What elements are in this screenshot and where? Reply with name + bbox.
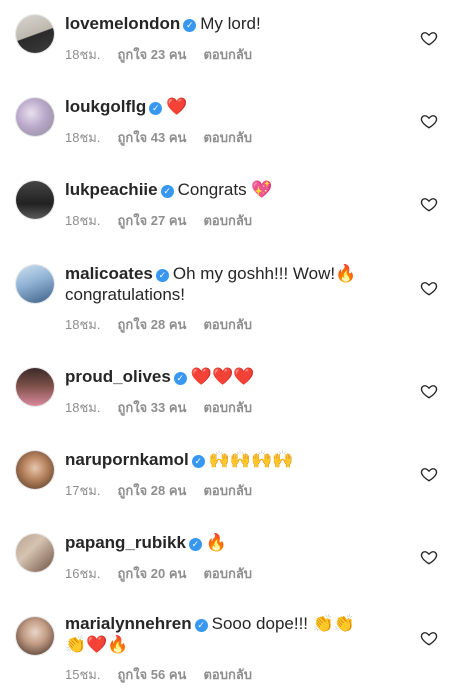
- avatar[interactable]: [15, 533, 55, 573]
- avatar[interactable]: [15, 264, 55, 304]
- comment-likes[interactable]: ถูกใจ 43 คน: [117, 130, 186, 145]
- comment-time: 17ชม.: [65, 483, 101, 498]
- comment-time: 18ชม.: [65, 130, 101, 145]
- like-heart-icon[interactable]: [420, 279, 438, 297]
- comment-likes[interactable]: ถูกใจ 28 คน: [117, 483, 186, 498]
- comment-likes[interactable]: ถูกใจ 23 คน: [117, 47, 186, 62]
- comment-username[interactable]: marialynnehren: [65, 614, 192, 633]
- comment-time: 18ชม.: [65, 317, 101, 332]
- avatar[interactable]: [15, 97, 55, 137]
- comment-likes[interactable]: ถูกใจ 20 คน: [117, 566, 186, 581]
- verified-badge-icon: ✓: [194, 619, 208, 632]
- avatar[interactable]: [15, 367, 55, 407]
- reply-button[interactable]: ตอบกลับ: [203, 667, 252, 682]
- like-heart-icon[interactable]: [420, 465, 438, 483]
- reply-button[interactable]: ตอบกลับ: [203, 566, 252, 581]
- comment-username[interactable]: papang_rubikk: [65, 533, 186, 552]
- comment-username[interactable]: lovemelondon: [65, 14, 180, 33]
- avatar[interactable]: [15, 14, 55, 54]
- like-heart-icon[interactable]: [420, 112, 438, 130]
- comment-username[interactable]: proud_olives: [65, 367, 171, 386]
- comment-username[interactable]: loukgolflg: [65, 97, 146, 116]
- reply-button[interactable]: ตอบกลับ: [203, 483, 252, 498]
- comment-text: Sooo dope!!!: [211, 614, 309, 633]
- comment-likes[interactable]: ถูกใจ 56 คน: [117, 667, 186, 682]
- comment-likes[interactable]: ถูกใจ 27 คน: [117, 213, 186, 228]
- comment-time: 18ชม.: [65, 400, 101, 415]
- verified-badge-icon: ✓: [149, 102, 163, 115]
- raising-hands-emoji: 🙌🙌🙌🙌: [208, 450, 294, 470]
- avatar[interactable]: [15, 616, 55, 656]
- comment-time: 18ชม.: [65, 47, 101, 62]
- comment-username[interactable]: narupornkamol: [65, 450, 189, 469]
- reply-button[interactable]: ตอบกลับ: [203, 47, 252, 62]
- verified-badge-icon: ✓: [188, 538, 202, 551]
- comment-text: Congrats: [177, 180, 247, 199]
- comment-text: Oh my goshh!!! Wow!: [172, 264, 336, 283]
- hearts-emoji: ❤️❤️❤️: [190, 367, 255, 387]
- comment-time: 18ชม.: [65, 213, 101, 228]
- verified-badge-icon: ✓: [160, 185, 174, 198]
- reply-button[interactable]: ตอบกลับ: [203, 213, 252, 228]
- clap-heart-fire-emoji: 👏❤️🔥: [65, 635, 129, 655]
- reply-button[interactable]: ตอบกลับ: [203, 317, 252, 332]
- reply-button[interactable]: ตอบกลับ: [203, 130, 252, 145]
- verified-badge-icon: ✓: [183, 19, 197, 32]
- comment-text: My lord!: [200, 14, 261, 33]
- verified-badge-icon: ✓: [155, 269, 169, 282]
- avatar[interactable]: [15, 450, 55, 490]
- comment-time: 16ชม.: [65, 566, 101, 581]
- verified-badge-icon: ✓: [191, 455, 205, 468]
- comment-text-continued: congratulations!: [65, 285, 186, 304]
- sparkling-heart-emoji: 💖: [251, 180, 273, 200]
- comment-time: 15ชม.: [65, 667, 101, 682]
- like-heart-icon[interactable]: [420, 29, 438, 47]
- clapping-hands-emoji: 👏👏: [312, 614, 356, 634]
- comment-likes[interactable]: ถูกใจ 28 คน: [117, 317, 186, 332]
- heart-emoji: ❤️: [166, 97, 188, 117]
- fire-emoji: 🔥: [205, 533, 228, 553]
- reply-button[interactable]: ตอบกลับ: [203, 400, 252, 415]
- comment-username[interactable]: lukpeachiie: [65, 180, 158, 199]
- comment-likes[interactable]: ถูกใจ 33 คน: [117, 400, 186, 415]
- comment-username[interactable]: malicoates: [65, 264, 153, 283]
- avatar[interactable]: [15, 180, 55, 220]
- fire-emoji: 🔥: [335, 264, 357, 284]
- like-heart-icon[interactable]: [420, 629, 438, 647]
- like-heart-icon[interactable]: [420, 382, 438, 400]
- verified-badge-icon: ✓: [173, 372, 187, 385]
- like-heart-icon[interactable]: [420, 195, 438, 213]
- like-heart-icon[interactable]: [420, 548, 438, 566]
